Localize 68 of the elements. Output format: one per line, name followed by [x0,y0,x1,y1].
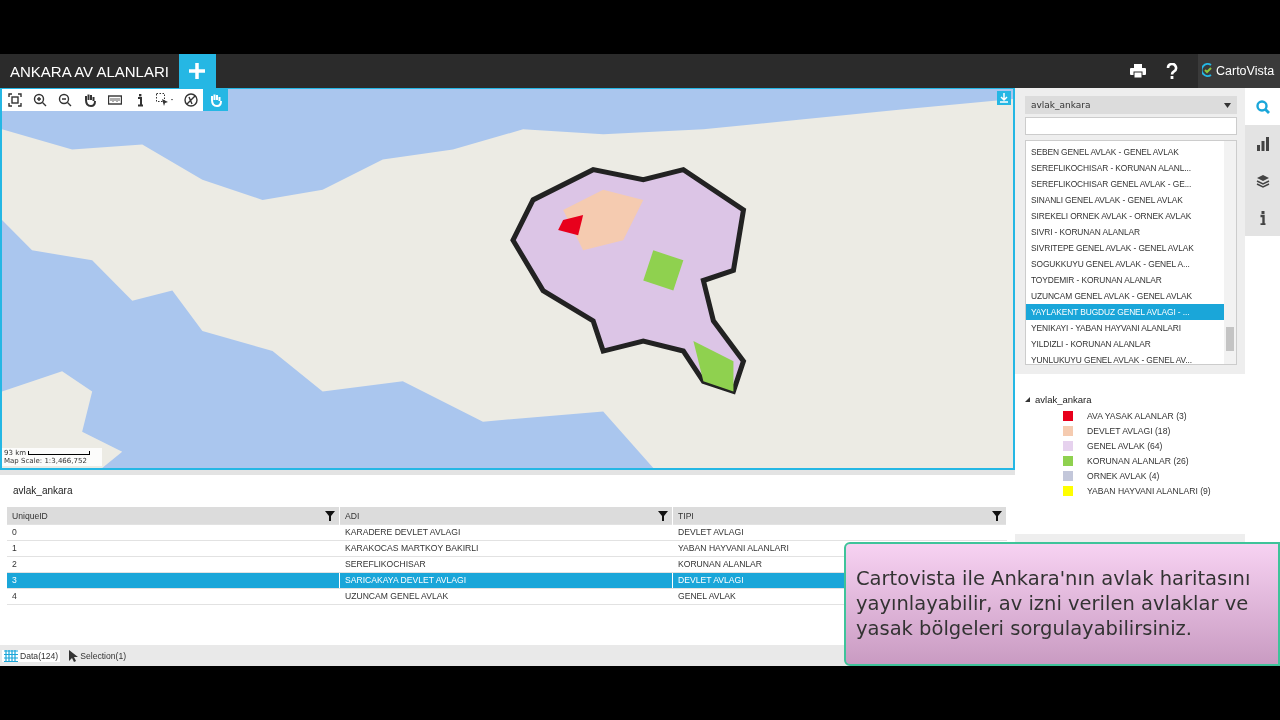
result-item[interactable]: YUNLUKUYU GENEL AVLAK - GENEL AV... [1026,352,1224,368]
table-cell: 0 [7,525,340,540]
table-cell: 4 [7,589,340,604]
hand-icon [208,93,223,107]
column-header[interactable]: UniqueID [7,507,340,525]
zoom-out-icon [57,93,72,107]
table-cell: KARADERE DEVLET AVLAGI [340,525,673,540]
legend-label: AVA YASAK ALANLAR (3) [1087,410,1187,421]
search-icon [1255,99,1270,114]
table-cell: 3 [7,573,340,588]
search-field[interactable] [1025,117,1237,135]
legend-layer-name: avlak_ankara [1035,394,1092,405]
filter-icon[interactable] [325,511,335,521]
result-item[interactable]: SOGUKKUYU GENEL AVLAK - GENEL A... [1026,256,1224,272]
result-item[interactable]: YILDIZLI - KORUNAN ALANLAR [1026,336,1224,352]
layers-icon [1255,173,1270,188]
result-item[interactable]: SEBEN GENEL AVLAK - GENEL AVLAK [1026,144,1224,160]
table-cell: 1 [7,541,340,556]
table-cell: UZUNCAM GENEL AVLAK [340,589,673,604]
legend-label: ORNEK AVLAK (4) [1087,470,1160,481]
grid-icon [4,649,18,662]
bar-chart-icon [1255,136,1270,151]
help-icon[interactable] [1166,63,1178,79]
table-cell: DEVLET AVLAGI [673,525,1007,540]
table-cell: SEREFLIKOCHISAR [340,557,673,572]
table-cell: 2 [7,557,340,572]
expand-toggle-icon[interactable] [1025,397,1030,402]
result-item[interactable]: SIVRI - KORUNAN ALANLAR [1026,224,1224,240]
result-item[interactable]: TOYDEMIR - KORUNAN ALANLAR [1026,272,1224,288]
table-row[interactable]: 0 KARADERE DEVLET AVLAGI DEVLET AVLAGI [7,525,1007,541]
print-icon[interactable] [1130,64,1146,78]
plus-icon [188,62,207,80]
result-item[interactable]: SEREFLIKOCHISAR GENEL AVLAK - GE... [1026,176,1224,192]
add-button[interactable] [178,54,216,88]
table-cell: KARAKOCAS MARTKOY BAKIRLI [340,541,673,556]
result-item[interactable]: UZUNCAM GENEL AVLAK - GENEL AVLAK [1026,288,1224,304]
app-title: ANKARA AV ALANLARI [9,62,170,80]
status-tab[interactable]: Selection(1) [66,649,129,662]
no-selection-icon [183,93,198,107]
legend-label: GENEL AVLAK (64) [1087,440,1163,451]
zoom-in-icon [32,93,47,107]
legend-label: YABAN HAYVANI ALANLARI (9) [1087,485,1211,496]
legend-label: DEVLET AVLAGI (18) [1087,425,1171,436]
cursor-icon [68,649,79,662]
result-item[interactable]: SIREKELI ORNEK AVLAK - ORNEK AVLAK [1026,208,1224,224]
filter-icon[interactable] [992,511,1002,521]
result-item[interactable]: SEREFLIKOCHISAR - KORUNAN ALANL... [1026,160,1224,176]
result-item[interactable]: SINANLI GENEL AVLAK - GENEL AVLAK [1026,192,1224,208]
side-tab[interactable] [1245,125,1280,162]
globe-logo-icon [1202,63,1214,79]
selection-icon [156,93,174,107]
column-header[interactable]: TIPI [673,507,1007,525]
layer-dropdown[interactable]: avlak_ankara [1025,96,1237,114]
result-item[interactable]: YENIKAYI - YABAN HAYVANI ALANLARI [1026,320,1224,336]
table-cell: SARICAKAYA DEVLET AVLAGI [340,573,673,588]
side-tab[interactable] [1245,199,1280,236]
status-tab[interactable]: Data(124) [2,649,61,662]
result-item[interactable]: SIVRITEPE GENEL AVLAK - GENEL AVLAK [1026,240,1224,256]
hand-icon [82,93,97,107]
caret-icon [1224,102,1231,108]
table-title: avlak_ankara [13,485,73,497]
caption-toast: Cartovista ile Ankara'nın avlak haritasını yayınlayabilir, av izni verilen avlaklar ve yasak bölgeleri sorgulayabilirsiniz. [844,542,1280,666]
extent-icon [7,93,22,107]
legend-label: KORUNAN ALANLAR (26) [1087,455,1189,466]
filter-icon[interactable] [658,511,668,521]
ruler-icon [107,93,122,107]
column-header[interactable]: ADI [340,507,673,525]
scrollbar[interactable] [1224,141,1236,364]
